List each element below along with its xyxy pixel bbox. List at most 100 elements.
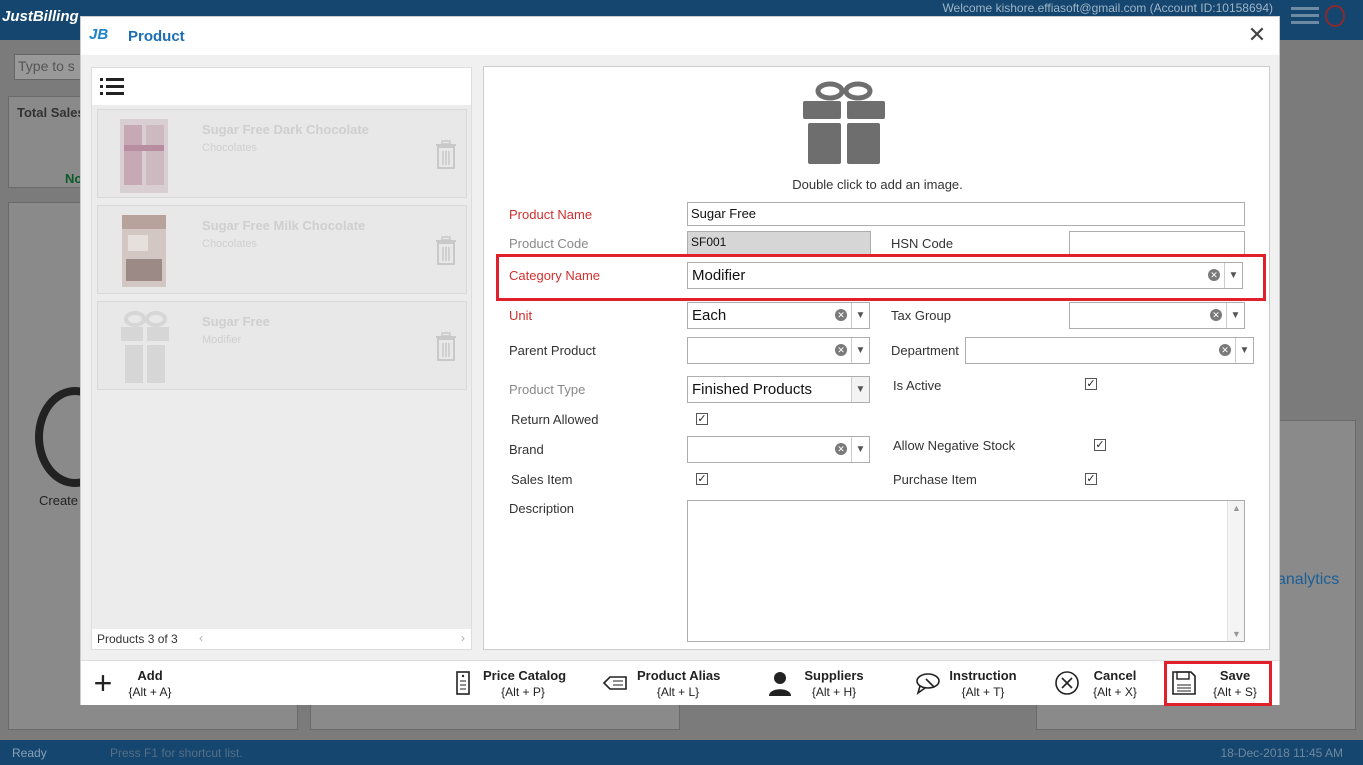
chevron-down-icon[interactable]: ▼	[851, 377, 869, 402]
total-sales-label: Total Sales	[17, 105, 85, 120]
status-datetime: 18-Dec-2018 11:45 AM	[1220, 746, 1343, 760]
allow-negative-stock-checkbox[interactable]: ✓	[1094, 439, 1106, 451]
is-active-checkbox[interactable]: ✓	[1085, 378, 1097, 390]
delete-icon[interactable]	[434, 332, 458, 362]
department-select[interactable]: ✕ ▼	[965, 337, 1254, 364]
tax-group-select[interactable]: ✕ ▼	[1069, 302, 1245, 329]
list-item[interactable]: Sugar Free Milk Chocolate Chocolates	[97, 205, 467, 294]
add-button-label: Add	[137, 668, 163, 683]
price-catalog-shortcut: {Alt + P}	[501, 685, 545, 699]
chevron-down-icon[interactable]: ▼	[1226, 303, 1244, 328]
cancel-label: Cancel	[1093, 668, 1137, 683]
is-active-label: Is Active	[893, 378, 942, 393]
close-icon[interactable]: ✕	[1247, 24, 1267, 46]
description-scrollbar[interactable]: ▲ ▼	[1227, 501, 1244, 641]
suppliers-shortcut: {Alt + H}	[811, 685, 857, 699]
price-catalog-label: Price Catalog	[483, 668, 567, 683]
dialog-title: Product	[128, 28, 185, 45]
save-button[interactable]: Save {Alt + S}	[1164, 661, 1272, 706]
add-button-shortcut: {Alt + A}	[128, 685, 172, 699]
product-list-panel: Sugar Free Dark Chocolate Chocolates Sug…	[91, 67, 472, 650]
product-count: Products 3 of 3	[97, 632, 178, 646]
list-item-name: Sugar Free	[202, 314, 270, 329]
list-view-icon[interactable]	[100, 78, 124, 96]
scroll-down-icon[interactable]: ▼	[1232, 629, 1241, 639]
logout-icon[interactable]	[1325, 5, 1345, 27]
dialog-toolbar: + Add {Alt + A} Price Catalog {Alt + P} …	[81, 660, 1279, 706]
return-allowed-label: Return Allowed	[511, 412, 599, 427]
clear-icon[interactable]: ✕	[835, 344, 847, 356]
parent-product-select[interactable]: ✕ ▼	[687, 337, 870, 364]
sales-item-checkbox[interactable]: ✓	[696, 473, 708, 485]
app-search-input[interactable]: Type to s	[14, 54, 84, 80]
chevron-down-icon[interactable]: ▼	[1235, 338, 1253, 363]
status-ready: Ready	[12, 746, 47, 760]
product-image	[120, 119, 168, 193]
list-item[interactable]: Sugar Free Modifier	[97, 301, 467, 390]
allow-negative-stock-label: Allow Negative Stock	[893, 438, 1016, 453]
list-item-category: Modifier	[202, 334, 242, 346]
product-dialog: JB Product ✕ Sugar Free Dark Chocolate C…	[80, 16, 1280, 706]
price-catalog-icon	[456, 671, 470, 695]
hamburger-menu-icon[interactable]	[1291, 7, 1319, 27]
chevron-down-icon[interactable]: ▼	[851, 303, 869, 328]
list-item[interactable]: Sugar Free Dark Chocolate Chocolates	[97, 109, 467, 198]
product-name-field[interactable]: Sugar Free	[687, 202, 1245, 226]
description-label: Description	[509, 501, 575, 516]
brand-select[interactable]: ✕ ▼	[687, 436, 870, 463]
delete-icon[interactable]	[434, 236, 458, 266]
clear-icon[interactable]: ✕	[1219, 344, 1231, 356]
list-toolbar	[92, 68, 471, 105]
image-hint: Double click to add an image.	[792, 177, 963, 192]
return-allowed-checkbox[interactable]: ✓	[696, 413, 708, 425]
product-type-label: Product Type	[509, 382, 586, 397]
analytics-link[interactable]: analytics	[1277, 571, 1339, 589]
tag-icon	[602, 676, 627, 690]
instruction-label: Instruction	[949, 668, 1017, 683]
unit-label: Unit	[509, 308, 533, 323]
price-catalog-button[interactable]: Price Catalog {Alt + P}	[449, 661, 569, 706]
instruction-button[interactable]: Instruction {Alt + T}	[914, 661, 1024, 706]
suppliers-label: Suppliers	[804, 668, 864, 683]
product-type-select[interactable]: Finished Products ▼	[687, 376, 870, 403]
delete-icon[interactable]	[434, 140, 458, 170]
clear-icon[interactable]: ✕	[1210, 309, 1222, 321]
status-hint: Press F1 for shortcut list.	[110, 746, 243, 760]
unit-select[interactable]: Each ✕ ▼	[687, 302, 870, 329]
purchase-item-label: Purchase Item	[893, 472, 977, 487]
product-type-value: Finished Products	[692, 381, 813, 398]
scroll-left-icon[interactable]: ‹	[199, 631, 203, 645]
status-bar: Ready Press F1 for shortcut list. 18-Dec…	[0, 740, 1363, 765]
product-code-label: Product Code	[509, 236, 589, 251]
purchase-item-checkbox[interactable]: ✓	[1085, 473, 1097, 485]
suppliers-button[interactable]: Suppliers {Alt + H}	[766, 661, 866, 706]
product-alias-button[interactable]: Product Alias {Alt + L}	[601, 661, 726, 706]
scroll-right-icon[interactable]: ›	[461, 631, 465, 645]
clear-icon[interactable]: ✕	[835, 443, 847, 455]
hsn-code-field[interactable]	[1069, 231, 1245, 255]
description-field[interactable]: ▲ ▼	[687, 500, 1245, 642]
brand-label: Brand	[509, 442, 544, 457]
hsn-code-label: HSN Code	[891, 236, 954, 251]
jb-logo: JB	[89, 26, 109, 43]
instruction-icon	[916, 673, 940, 695]
save-shortcut: {Alt + S}	[1213, 685, 1257, 699]
product-form: Double click to add an image. Product Na…	[483, 66, 1270, 650]
list-item-category: Chocolates	[202, 238, 258, 250]
add-button[interactable]: + Add {Alt + A}	[89, 661, 189, 706]
cancel-button[interactable]: Cancel {Alt + X}	[1053, 661, 1153, 706]
list-footer: Products 3 of 3 ‹ ›	[92, 629, 471, 649]
chevron-down-icon[interactable]: ▼	[851, 437, 869, 462]
category-highlight-box	[496, 254, 1266, 301]
product-name-label: Product Name	[509, 207, 593, 222]
supplier-icon	[769, 672, 791, 696]
product-image	[122, 215, 166, 287]
product-image-placeholder[interactable]	[802, 81, 886, 165]
dialog-content: Sugar Free Dark Chocolate Chocolates Sug…	[81, 55, 1279, 660]
cancel-shortcut: {Alt + X}	[1093, 685, 1137, 699]
scroll-up-icon[interactable]: ▲	[1232, 503, 1241, 513]
chevron-down-icon[interactable]: ▼	[851, 338, 869, 363]
gift-icon	[121, 311, 169, 383]
unit-value: Each	[692, 307, 727, 324]
clear-icon[interactable]: ✕	[835, 309, 847, 321]
